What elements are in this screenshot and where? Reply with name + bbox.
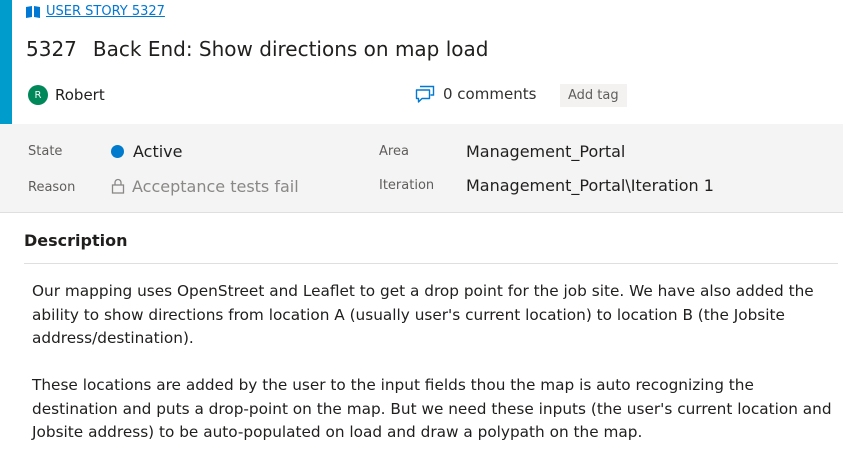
add-tag-button[interactable]: Add tag (560, 84, 627, 107)
state-field[interactable]: Active (111, 142, 183, 161)
state-active-dot (111, 145, 124, 158)
area-field[interactable]: Management_Portal (466, 142, 625, 161)
work-item-meta-row: R Robert 0 comments Add tag (28, 84, 843, 109)
description-divider (24, 263, 838, 264)
comments-icon (415, 85, 435, 103)
description-paragraph: These locations are added by the user to… (32, 376, 832, 441)
work-item-header: USER STORY 5327 5327 Back End: Show direc… (12, 0, 843, 124)
description-paragraph: Our mapping uses OpenStreet and Leaflet … (32, 282, 814, 347)
work-item-title-row[interactable]: 5327 Back End: Show directions on map loa… (26, 37, 488, 61)
state-label: State (28, 144, 63, 159)
avatar: R (28, 85, 48, 105)
work-item-type-label: USER STORY 5327 (46, 4, 165, 19)
area-label: Area (379, 144, 409, 159)
reason-field: Acceptance tests fail (111, 177, 299, 196)
description-editor[interactable]: Our mapping uses OpenStreet and Leaflet … (32, 280, 832, 468)
work-item-type-color-bar (0, 0, 12, 124)
state-value: Active (133, 142, 183, 161)
iteration-label: Iteration (379, 178, 435, 193)
reason-label: Reason (28, 180, 76, 195)
work-item-fields-panel: State Active Reason Acceptance tests fai… (0, 124, 843, 213)
work-item-title[interactable]: Back End: Show directions on map load (93, 37, 489, 61)
assignee-name: Robert (55, 86, 105, 104)
work-item-id: 5327 (26, 37, 77, 61)
iteration-field[interactable]: Management_Portal\Iteration 1 (466, 176, 714, 195)
assignee-picker[interactable]: R Robert (28, 85, 105, 105)
book-icon (26, 5, 40, 18)
comments-link[interactable]: 0 comments (415, 85, 536, 103)
description-heading: Description (24, 231, 128, 250)
reason-value: Acceptance tests fail (132, 177, 299, 196)
work-item-type-link[interactable]: USER STORY 5327 (26, 4, 165, 19)
lock-icon (111, 178, 125, 194)
comments-count: 0 comments (443, 85, 537, 103)
